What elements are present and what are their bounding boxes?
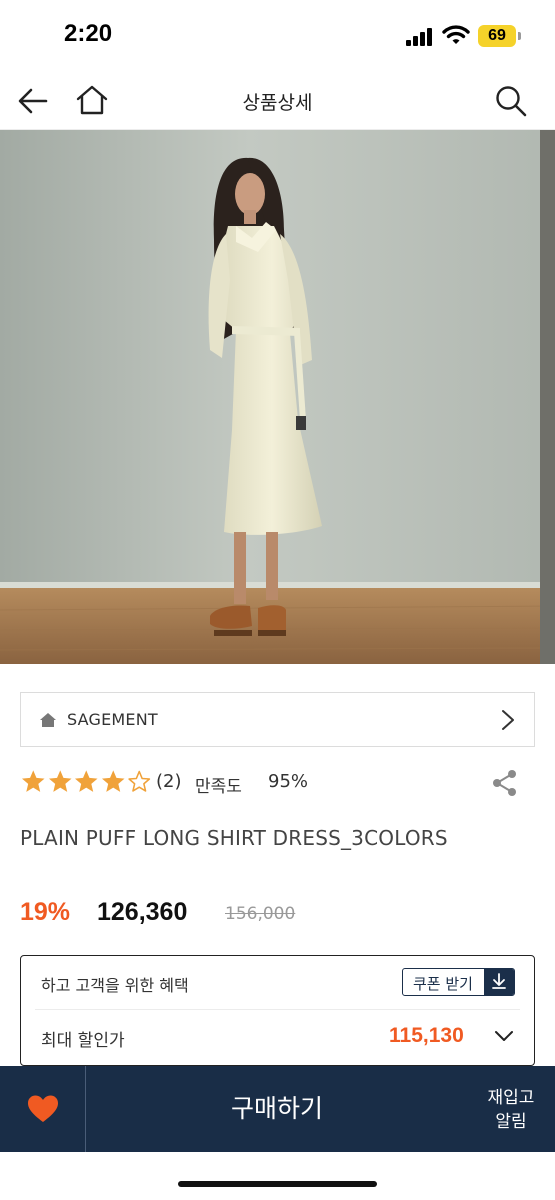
- satisfaction-label: 만족도: [195, 777, 242, 797]
- cellular-signal-icon: [406, 28, 434, 46]
- product-image[interactable]: [0, 130, 555, 664]
- battery-indicator: 69: [478, 25, 516, 47]
- search-icon[interactable]: [494, 84, 528, 118]
- download-icon: [484, 969, 514, 995]
- discount-rate: 19%: [20, 898, 71, 926]
- brand-name: SAGEMENT: [67, 710, 158, 729]
- heart-icon: [28, 1095, 58, 1122]
- star-filled-icon: [21, 770, 45, 792]
- share-icon[interactable]: [490, 768, 520, 798]
- buy-button[interactable]: 구매하기: [87, 1066, 467, 1152]
- home-indicator: [178, 1181, 377, 1187]
- coupon-button-label: 쿠폰 받기: [413, 975, 473, 993]
- status-bar: 2:20 69: [0, 0, 555, 72]
- max-discount-price: 115,130: [389, 1024, 464, 1047]
- star-filled-icon: [101, 770, 125, 792]
- status-time: 2:20: [64, 20, 113, 47]
- wifi-icon: [442, 25, 470, 44]
- page-title: 상품상세: [242, 92, 313, 114]
- brand-link[interactable]: SAGEMENT: [20, 692, 535, 747]
- price-row: 19% 126,360 156,000: [20, 898, 535, 932]
- coupon-button[interactable]: 쿠폰 받기: [402, 968, 515, 996]
- restock-alert-button[interactable]: 재입고 알림: [467, 1066, 555, 1152]
- wishlist-button[interactable]: [0, 1066, 86, 1152]
- chevron-down-icon[interactable]: [493, 1028, 515, 1044]
- rating-stars[interactable]: [20, 768, 153, 796]
- max-discount-label: 최대 할인가: [41, 1031, 125, 1051]
- sale-price: 126,360: [97, 898, 188, 926]
- restock-alert-label: 재입고 알림: [487, 1088, 535, 1132]
- benefit-title: 하고 고객을 위한 혜택: [41, 976, 189, 995]
- benefit-box: 하고 고객을 위한 혜택 쿠폰 받기 최대 할인가 115,130: [20, 955, 535, 1066]
- nav-bar: 상품상세: [0, 72, 555, 130]
- star-filled-icon: [74, 770, 98, 792]
- product-name: PLAIN PUFF LONG SHIRT DRESS_3COLORS: [20, 826, 448, 850]
- home-icon: [40, 713, 56, 727]
- review-count[interactable]: (2): [156, 771, 182, 792]
- buy-button-label: 구매하기: [230, 1094, 323, 1123]
- original-price: 156,000: [225, 904, 296, 924]
- satisfaction-value: 95%: [268, 771, 309, 792]
- star-filled-icon: [48, 770, 72, 792]
- battery-tip: [518, 32, 521, 40]
- rating-row: (2) 만족도 95%: [20, 766, 535, 800]
- star-empty-icon: [128, 770, 151, 792]
- chevron-right-icon: [502, 710, 514, 730]
- divider: [35, 1009, 520, 1010]
- bottom-action-bar: 구매하기 재입고 알림: [0, 1066, 555, 1152]
